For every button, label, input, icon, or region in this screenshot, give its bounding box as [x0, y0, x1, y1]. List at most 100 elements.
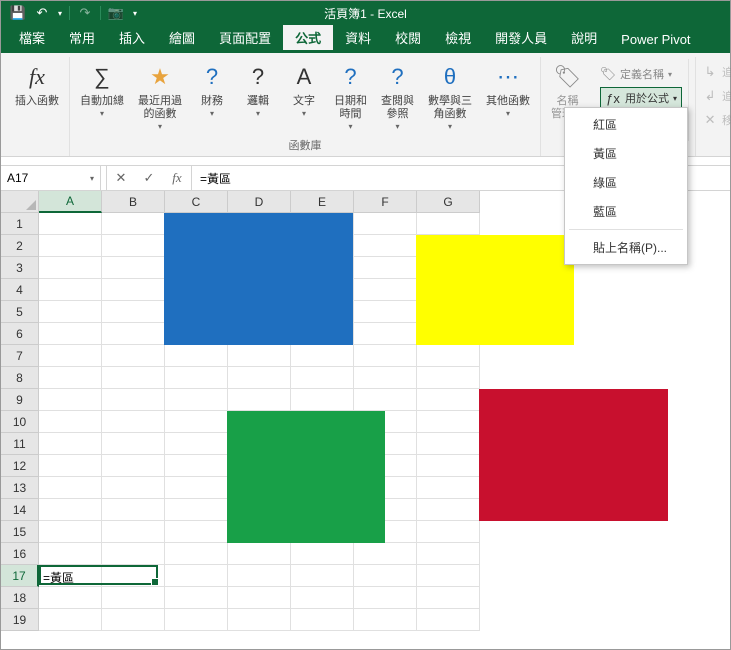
cell-A1[interactable] — [39, 213, 102, 235]
row-header-9[interactable]: 9 — [1, 389, 39, 411]
cell-B9[interactable] — [102, 389, 165, 411]
cell-A3[interactable] — [39, 257, 102, 279]
recent-functions-button[interactable]: ★最近用過 的函數▾ — [134, 59, 186, 135]
tab-formulas[interactable]: 公式 — [283, 23, 333, 53]
row-header-6[interactable]: 6 — [1, 323, 39, 345]
cell-E18[interactable] — [291, 587, 354, 609]
cell-C16[interactable] — [165, 543, 228, 565]
cell-A15[interactable] — [39, 521, 102, 543]
cell-B3[interactable] — [102, 257, 165, 279]
cell-F3[interactable] — [354, 257, 417, 279]
row-header-18[interactable]: 18 — [1, 587, 39, 609]
cell-F8[interactable] — [354, 367, 417, 389]
cell-D17[interactable] — [228, 565, 291, 587]
cell-A4[interactable] — [39, 279, 102, 301]
shape-red[interactable] — [479, 389, 668, 521]
cell-C13[interactable] — [165, 477, 228, 499]
cell-G18[interactable] — [417, 587, 480, 609]
dropdown-item-red[interactable]: 紅區 — [565, 110, 687, 139]
col-header-F[interactable]: F — [354, 191, 417, 213]
dropdown-item-yellow[interactable]: 黃區 — [565, 139, 687, 168]
cell-E17[interactable] — [291, 565, 354, 587]
more-functions-button[interactable]: ⋯其他函數▾ — [482, 59, 534, 135]
cell-B10[interactable] — [102, 411, 165, 433]
cell-F2[interactable] — [354, 235, 417, 257]
cell-G11[interactable] — [417, 433, 480, 455]
redo-button[interactable]: ↷ — [74, 3, 96, 23]
math-button[interactable]: θ數學與三 角函數▾ — [424, 59, 476, 135]
cell-E9[interactable] — [291, 389, 354, 411]
cell-A17[interactable] — [39, 565, 102, 587]
cell-G19[interactable] — [417, 609, 480, 631]
cell-F7[interactable] — [354, 345, 417, 367]
row-header-14[interactable]: 14 — [1, 499, 39, 521]
row-header-5[interactable]: 5 — [1, 301, 39, 323]
autosum-button[interactable]: ∑自動加總▾ — [76, 59, 128, 135]
save-button[interactable]: 💾 — [7, 3, 29, 23]
row-header-3[interactable]: 3 — [1, 257, 39, 279]
financial-button[interactable]: ?財務▾ — [192, 59, 232, 135]
cell-F17[interactable] — [354, 565, 417, 587]
cell-E8[interactable] — [291, 367, 354, 389]
cell-B14[interactable] — [102, 499, 165, 521]
trace-precedents-button[interactable]: ↳追 — [702, 61, 731, 83]
cell-B7[interactable] — [102, 345, 165, 367]
cell-B5[interactable] — [102, 301, 165, 323]
tab-help[interactable]: 說明 — [559, 23, 609, 53]
cell-E16[interactable] — [291, 543, 354, 565]
cell-A5[interactable] — [39, 301, 102, 323]
row-header-2[interactable]: 2 — [1, 235, 39, 257]
define-name-button[interactable]: 🏷定義名稱 ▾ — [600, 63, 682, 85]
cell-A2[interactable] — [39, 235, 102, 257]
cell-A6[interactable] — [39, 323, 102, 345]
cell-F18[interactable] — [354, 587, 417, 609]
row-header-13[interactable]: 13 — [1, 477, 39, 499]
cell-A11[interactable] — [39, 433, 102, 455]
cell-C7[interactable] — [165, 345, 228, 367]
camera-button[interactable]: 📷 — [105, 3, 127, 23]
cell-A18[interactable] — [39, 587, 102, 609]
cell-F1[interactable] — [354, 213, 417, 235]
cell-B4[interactable] — [102, 279, 165, 301]
cell-C9[interactable] — [165, 389, 228, 411]
cell-G15[interactable] — [417, 521, 480, 543]
cell-C10[interactable] — [165, 411, 228, 433]
cell-B1[interactable] — [102, 213, 165, 235]
lookup-button[interactable]: ?查閱與 參照▾ — [377, 59, 418, 135]
tab-review[interactable]: 校閱 — [383, 23, 433, 53]
tab-powerpivot[interactable]: Power Pivot — [609, 27, 702, 53]
fx-button[interactable]: fx — [163, 170, 191, 186]
row-header-19[interactable]: 19 — [1, 609, 39, 631]
cell-G12[interactable] — [417, 455, 480, 477]
cell-B18[interactable] — [102, 587, 165, 609]
cell-E7[interactable] — [291, 345, 354, 367]
trace-dependents-button[interactable]: ↲追 — [702, 85, 731, 107]
cell-B11[interactable] — [102, 433, 165, 455]
cell-A10[interactable] — [39, 411, 102, 433]
cell-C12[interactable] — [165, 455, 228, 477]
row-header-1[interactable]: 1 — [1, 213, 39, 235]
cell-C19[interactable] — [165, 609, 228, 631]
row-header-11[interactable]: 11 — [1, 433, 39, 455]
undo-button[interactable]: ↶ — [31, 3, 53, 23]
cell-G16[interactable] — [417, 543, 480, 565]
cell-A9[interactable] — [39, 389, 102, 411]
cell-G17[interactable] — [417, 565, 480, 587]
name-box[interactable]: A17▾ — [1, 166, 101, 190]
tab-file[interactable]: 檔案 — [7, 23, 57, 53]
remove-arrows-button[interactable]: ✕移 — [702, 109, 731, 131]
tab-view[interactable]: 檢視 — [433, 23, 483, 53]
col-header-D[interactable]: D — [228, 191, 291, 213]
tab-draw[interactable]: 繪圖 — [157, 23, 207, 53]
cell-B8[interactable] — [102, 367, 165, 389]
cell-D8[interactable] — [228, 367, 291, 389]
tab-insert[interactable]: 插入 — [107, 23, 157, 53]
row-header-8[interactable]: 8 — [1, 367, 39, 389]
cell-C18[interactable] — [165, 587, 228, 609]
shape-yellow[interactable] — [416, 235, 574, 345]
row-header-7[interactable]: 7 — [1, 345, 39, 367]
qat-customize[interactable]: ▾ — [129, 3, 141, 23]
select-all[interactable] — [1, 191, 39, 213]
cell-D18[interactable] — [228, 587, 291, 609]
cell-F19[interactable] — [354, 609, 417, 631]
